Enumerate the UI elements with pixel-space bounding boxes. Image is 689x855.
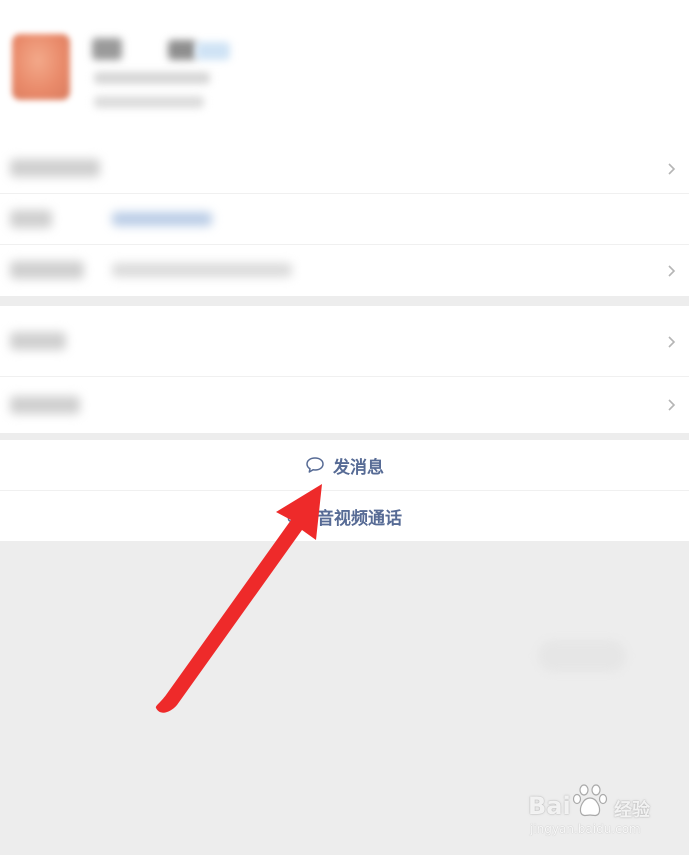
row-label-redacted [10, 332, 66, 350]
watermark-brand: Bai [528, 792, 571, 820]
send-message-button[interactable]: 发消息 [0, 440, 689, 491]
chevron-right-icon [665, 332, 679, 352]
chevron-right-icon [665, 395, 679, 415]
chevron-right-icon [665, 159, 679, 179]
chevron-right-icon [665, 261, 679, 281]
contact-profile-header[interactable] [0, 0, 689, 143]
paw-logo-icon [572, 782, 610, 826]
watermark-brand-cn: 经验 [614, 800, 650, 821]
row-value-redacted[interactable] [112, 212, 212, 226]
info-row-remark[interactable] [0, 143, 689, 194]
info-row-more[interactable] [0, 377, 689, 433]
chat-bubble-icon [305, 456, 325, 474]
baidu-jingyan-watermark: Bai 经验 jingyan.baidu.com [526, 780, 676, 840]
row-label-redacted [10, 210, 52, 228]
faded-background-element [538, 640, 626, 672]
avatar[interactable] [12, 34, 70, 100]
contact-name-redacted [92, 38, 122, 60]
section-gap [0, 296, 689, 306]
watermark-url: jingyan.baidu.com [530, 822, 641, 836]
video-call-label: 音视频通话 [317, 508, 402, 529]
row-label-redacted [10, 159, 100, 177]
video-call-button[interactable]: 音视频通话 [0, 491, 689, 541]
section-gap [0, 433, 689, 440]
contact-detail-redacted-2 [94, 96, 204, 108]
send-message-label: 发消息 [333, 457, 384, 478]
row-label-redacted [10, 261, 84, 279]
info-row-description[interactable] [0, 245, 689, 296]
contact-detail-redacted [94, 72, 210, 84]
contact-name-redacted-2 [168, 40, 196, 60]
info-row-phone[interactable] [0, 194, 689, 245]
row-label-redacted [10, 396, 80, 414]
info-row-moments[interactable] [0, 306, 689, 377]
row-value-redacted [112, 263, 292, 277]
video-call-icon [287, 508, 309, 524]
contact-name-tag-redacted [196, 42, 230, 60]
